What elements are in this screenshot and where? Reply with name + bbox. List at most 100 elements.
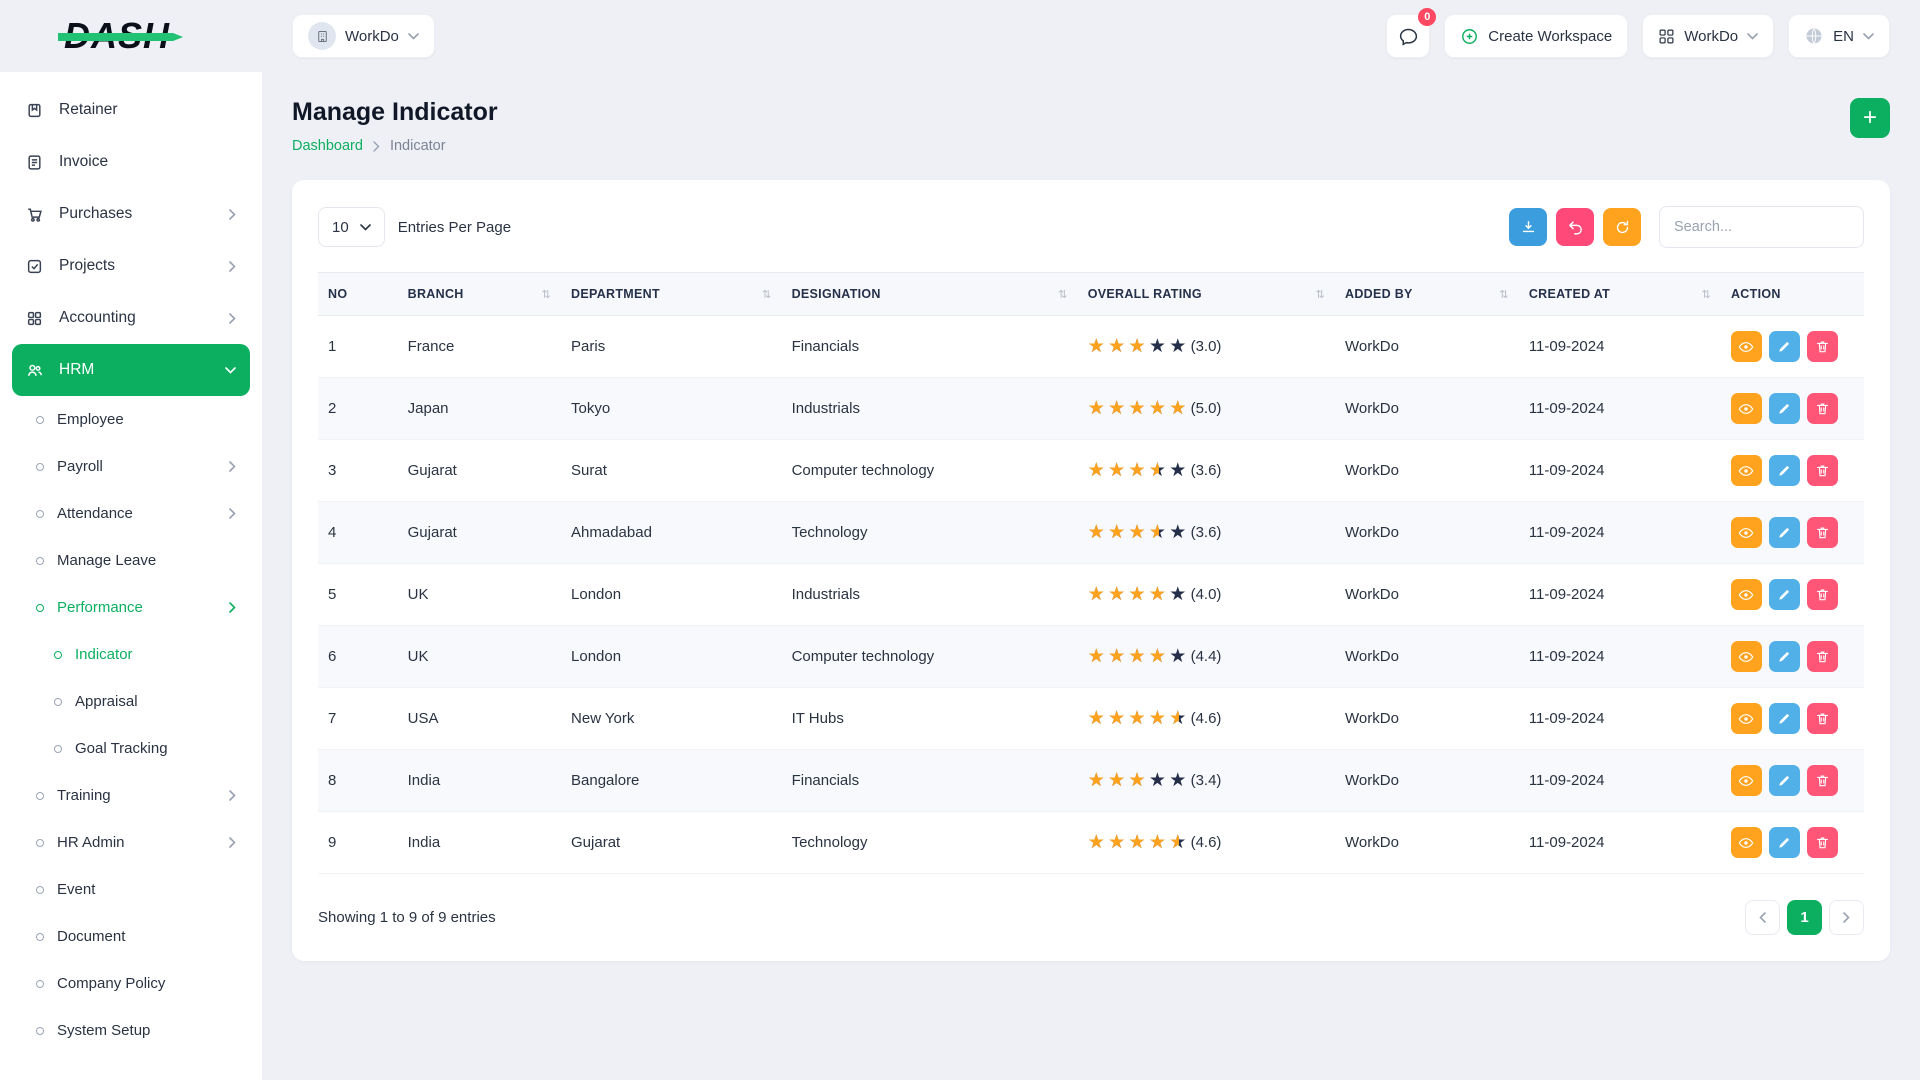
bullet-icon <box>54 698 62 706</box>
delete-button[interactable] <box>1807 765 1838 796</box>
delete-button[interactable] <box>1807 579 1838 610</box>
edit-button[interactable] <box>1769 393 1800 424</box>
sidebar-item-event[interactable]: Event <box>12 866 250 913</box>
edit-button[interactable] <box>1769 827 1800 858</box>
sidebar-item-system-setup[interactable]: System Setup <box>12 1007 250 1054</box>
view-button[interactable] <box>1731 765 1762 796</box>
sidebar-item-document[interactable]: Document <box>12 913 250 960</box>
view-button[interactable] <box>1731 641 1762 672</box>
pagination: 1 <box>1745 900 1864 935</box>
export-button[interactable] <box>1509 208 1547 246</box>
sidebar-item-appraisal[interactable]: Appraisal <box>12 678 250 725</box>
cell-designation: IT Hubs <box>782 688 1078 750</box>
search-input[interactable] <box>1659 206 1864 248</box>
edit-button[interactable] <box>1769 331 1800 362</box>
pagination-page-1-button[interactable]: 1 <box>1787 900 1822 935</box>
rating-stars: ★★★★★★★★★★ <box>1088 647 1189 666</box>
column-header-designation[interactable]: DESIGNATION <box>782 273 1078 316</box>
card-footer: Showing 1 to 9 of 9 entries 1 <box>318 900 1864 935</box>
pencil-icon <box>1777 464 1791 478</box>
edit-button[interactable] <box>1769 455 1800 486</box>
pagination-next-button[interactable] <box>1829 900 1864 935</box>
sidebar-item-hrm[interactable]: HRM <box>12 344 250 396</box>
sidebar-item-manage-leave[interactable]: Manage Leave <box>12 537 250 584</box>
view-button[interactable] <box>1731 703 1762 734</box>
edit-button[interactable] <box>1769 765 1800 796</box>
sidebar-item-employee[interactable]: Employee <box>12 396 250 443</box>
sidebar-item-training[interactable]: Training <box>12 772 250 819</box>
brand-logo[interactable]: DASH <box>64 15 170 57</box>
sidebar-item-retainer[interactable]: Retainer <box>12 84 250 136</box>
language-selector[interactable]: EN <box>1788 14 1890 58</box>
bullet-icon <box>36 933 44 941</box>
entries-per-page-select[interactable]: 10 <box>318 207 385 247</box>
view-button[interactable] <box>1731 517 1762 548</box>
back-button[interactable] <box>1556 208 1594 246</box>
trash-icon <box>1815 649 1830 664</box>
column-header-department[interactable]: DEPARTMENT <box>561 273 782 316</box>
cell-created-at: 11-09-2024 <box>1519 316 1721 378</box>
pagination-prev-button[interactable] <box>1745 900 1780 935</box>
sidebar-item-projects[interactable]: Projects <box>12 240 250 292</box>
cell-branch: France <box>398 316 561 378</box>
add-indicator-button[interactable]: + <box>1850 98 1890 138</box>
column-header-overall-rating[interactable]: OVERALL RATING <box>1078 273 1335 316</box>
view-button[interactable] <box>1731 393 1762 424</box>
rating-stars: ★★★★★★★★★★ <box>1088 833 1189 852</box>
view-button[interactable] <box>1731 827 1762 858</box>
sort-icon <box>1701 287 1711 301</box>
view-button[interactable] <box>1731 455 1762 486</box>
table-row: 5 UK London Industrials ★★★★★★★★★★(4.0) … <box>318 564 1864 626</box>
indicator-table: NO BRANCH DEPARTMENT DESIGNATION OVERALL… <box>318 272 1864 874</box>
sidebar-item-accounting[interactable]: Accounting <box>12 292 250 344</box>
delete-button[interactable] <box>1807 641 1838 672</box>
sidebar-item-attendance[interactable]: Attendance <box>12 490 250 537</box>
sidebar-item-hr-admin[interactable]: HR Admin <box>12 819 250 866</box>
entries-per-page-label: Entries Per Page <box>398 219 511 236</box>
sidebar-item-invoice[interactable]: Invoice <box>12 136 250 188</box>
sidebar-item-label: System Setup <box>57 1022 150 1039</box>
edit-button[interactable] <box>1769 703 1800 734</box>
delete-button[interactable] <box>1807 703 1838 734</box>
edit-button[interactable] <box>1769 641 1800 672</box>
bullet-icon <box>36 604 44 612</box>
cell-designation: Computer technology <box>782 440 1078 502</box>
edit-button[interactable] <box>1769 517 1800 548</box>
view-button[interactable] <box>1731 331 1762 362</box>
pencil-icon <box>1777 402 1791 416</box>
delete-button[interactable] <box>1807 827 1838 858</box>
sidebar-item-indicator[interactable]: Indicator <box>12 631 250 678</box>
view-button[interactable] <box>1731 579 1762 610</box>
delete-button[interactable] <box>1807 393 1838 424</box>
messages-button[interactable]: 0 <box>1386 14 1430 58</box>
breadcrumb-dashboard-link[interactable]: Dashboard <box>292 138 363 154</box>
column-header-added-by[interactable]: ADDED BY <box>1335 273 1519 316</box>
rating-value: (4.6) <box>1191 834 1222 851</box>
create-workspace-button[interactable]: Create Workspace <box>1444 14 1628 58</box>
chat-icon <box>1398 26 1419 47</box>
sidebar-item-performance[interactable]: Performance <box>12 584 250 631</box>
eye-icon <box>1738 649 1754 665</box>
column-header-branch[interactable]: BRANCH <box>398 273 561 316</box>
sidebar-item-company-policy[interactable]: Company Policy <box>12 960 250 1007</box>
cell-branch: India <box>398 812 561 874</box>
sidebar-item-payroll[interactable]: Payroll <box>12 443 250 490</box>
sidebar-item-goal-tracking[interactable]: Goal Tracking <box>12 725 250 772</box>
workspace-switcher[interactable]: WorkDo <box>292 14 435 58</box>
delete-button[interactable] <box>1807 455 1838 486</box>
refresh-button[interactable] <box>1603 208 1641 246</box>
cell-designation: Financials <box>782 750 1078 812</box>
workspace-menu-button[interactable]: WorkDo <box>1642 14 1774 58</box>
delete-button[interactable] <box>1807 331 1838 362</box>
sidebar-item-purchases[interactable]: Purchases <box>12 188 250 240</box>
edit-button[interactable] <box>1769 579 1800 610</box>
chevron-right-icon <box>229 602 236 613</box>
star-icon: ★★ <box>1128 399 1147 418</box>
column-header-no[interactable]: NO <box>318 273 398 316</box>
chevron-down-icon <box>1747 33 1758 40</box>
rating-value: (4.4) <box>1191 648 1222 665</box>
star-icon: ★★ <box>1149 771 1168 790</box>
star-icon: ★★ <box>1088 833 1107 852</box>
delete-button[interactable] <box>1807 517 1838 548</box>
column-header-created-at[interactable]: CREATED AT <box>1519 273 1721 316</box>
